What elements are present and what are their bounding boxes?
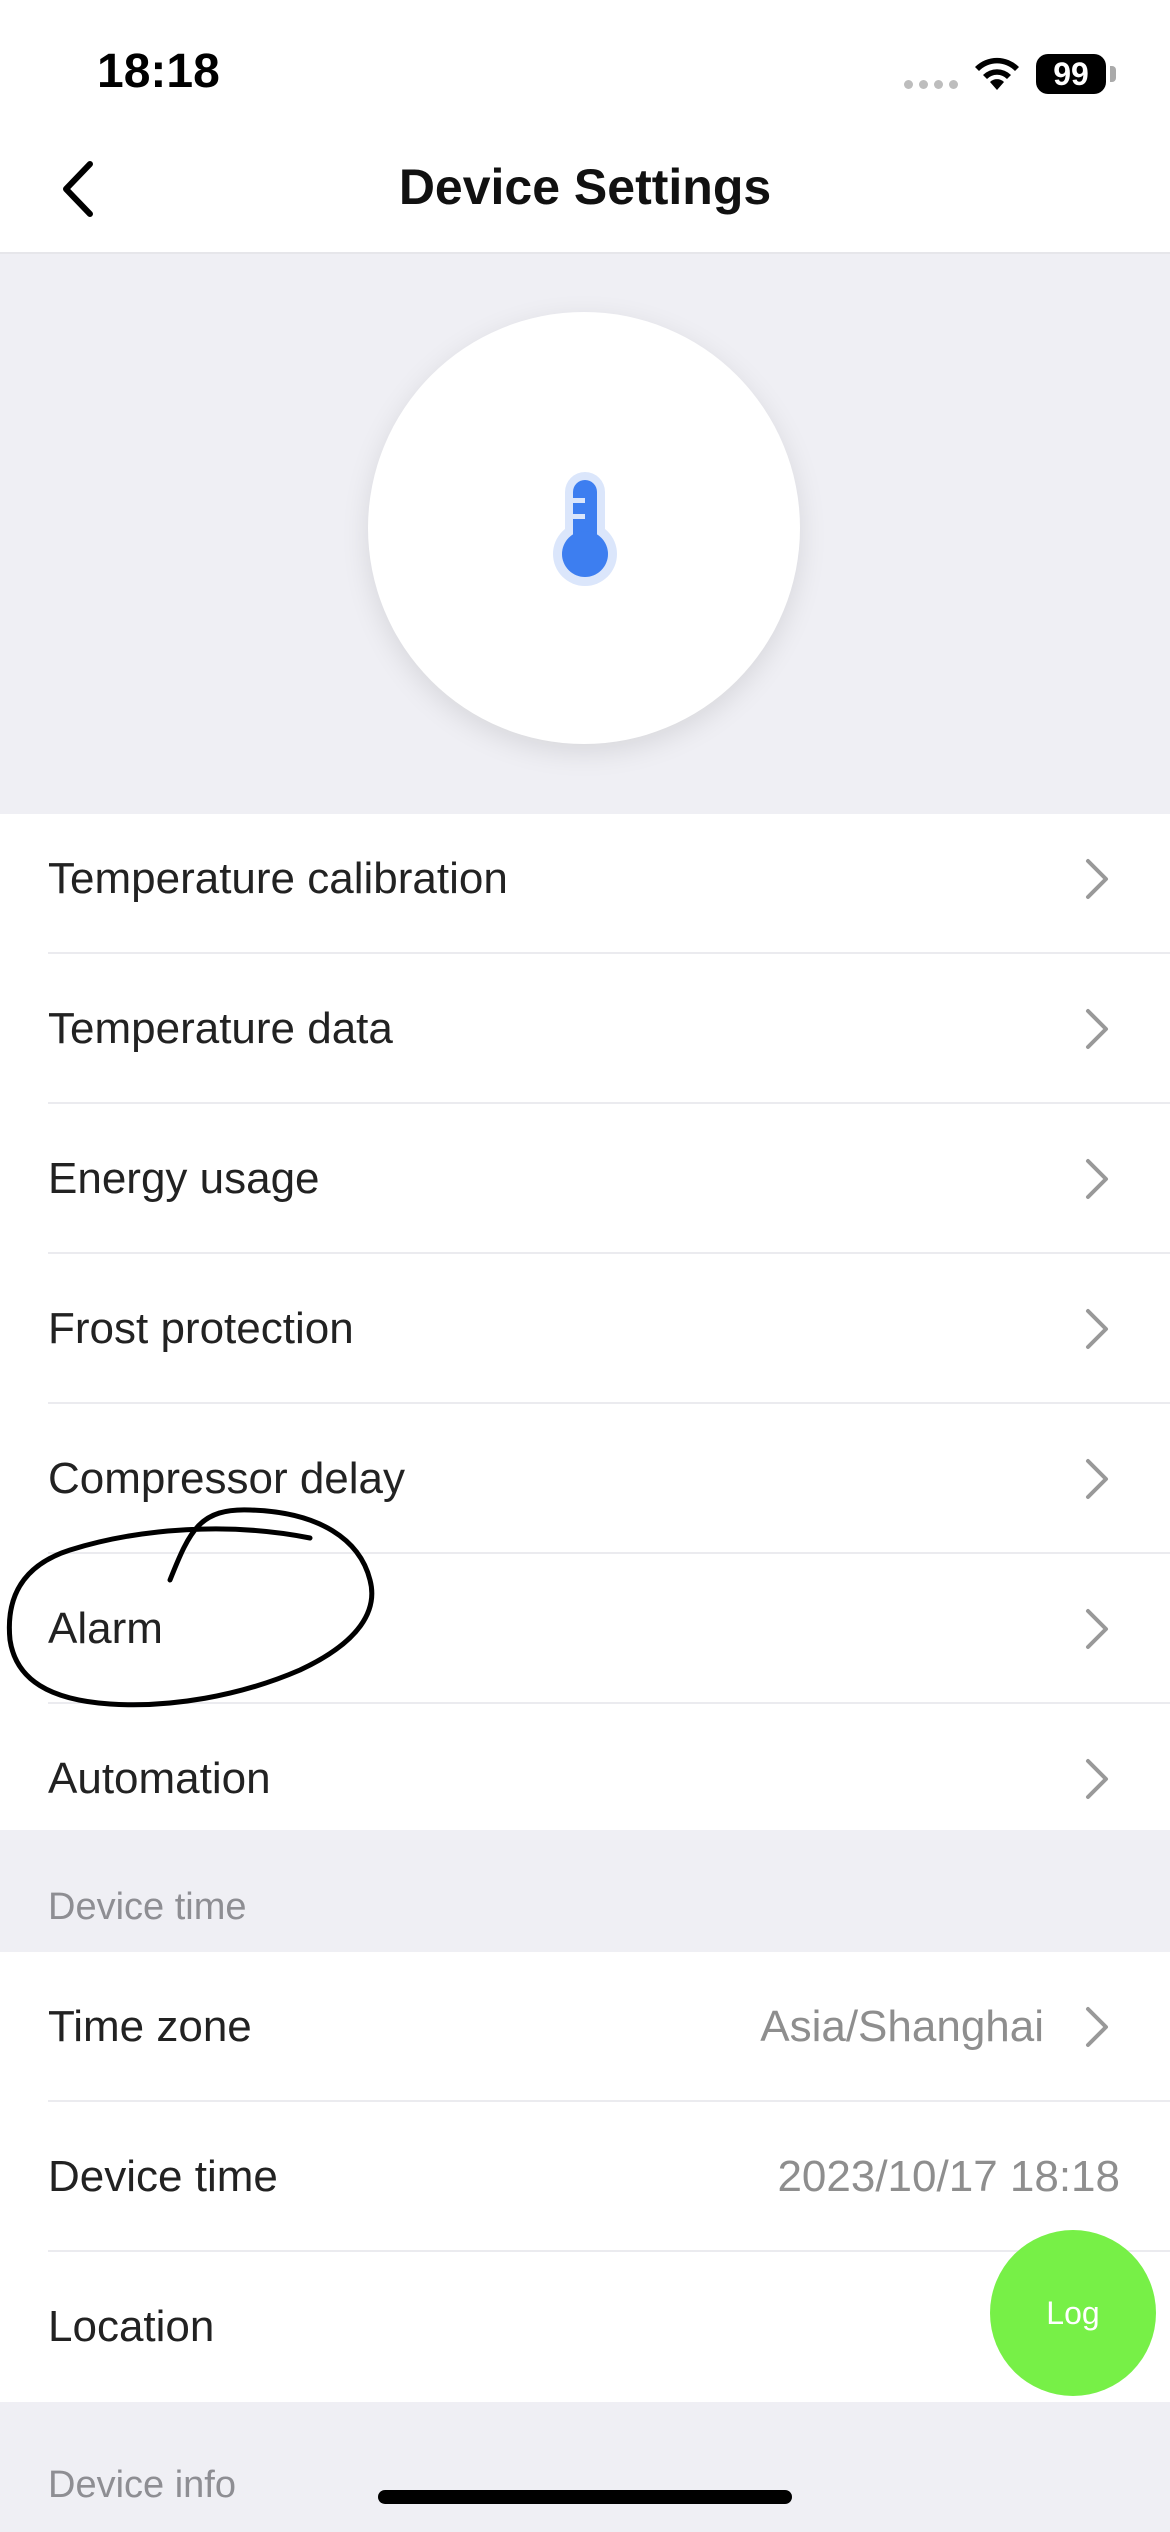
chevron-right-icon xyxy=(1086,1159,1108,1199)
chevron-right-icon xyxy=(1086,859,1108,899)
settings-list: Temperature calibration Temperature data… xyxy=(0,814,1170,1830)
thermometer-icon xyxy=(553,472,617,586)
row-value: Asia/Shanghai xyxy=(760,2002,1044,2051)
row-compressor-delay[interactable]: Compressor delay xyxy=(0,1404,1170,1554)
navigation-bar: Device Settings xyxy=(0,130,1170,254)
row-label: Device time xyxy=(48,2152,278,2201)
battery-cap xyxy=(1110,66,1116,82)
cellular-signal-icon xyxy=(904,80,958,89)
chevron-right-icon xyxy=(1086,2007,1108,2047)
device-avatar xyxy=(368,312,800,744)
chevron-right-icon xyxy=(1086,1459,1108,1499)
device-hero xyxy=(0,254,1170,814)
battery-icon: 99 xyxy=(1036,54,1106,94)
page-title: Device Settings xyxy=(398,159,772,215)
row-label: Temperature calibration xyxy=(48,854,508,903)
row-temperature-calibration[interactable]: Temperature calibration xyxy=(0,804,1170,954)
status-bar: 18:18 99 xyxy=(0,0,1170,130)
log-button[interactable]: Log xyxy=(990,2230,1156,2396)
chevron-right-icon xyxy=(1086,1009,1108,1049)
row-time-zone[interactable]: Time zone Asia/Shanghai xyxy=(0,1952,1170,2102)
chevron-right-icon xyxy=(1086,1759,1108,1799)
row-device-time: Device time 2023/10/17 18:18 xyxy=(0,2102,1170,2252)
section-header-device-info: Device info xyxy=(0,2402,1170,2532)
row-temperature-data[interactable]: Temperature data xyxy=(0,954,1170,1104)
section-header-device-time: Device time xyxy=(0,1830,1170,1952)
chevron-right-icon xyxy=(1086,1309,1108,1349)
section-header-label: Device time xyxy=(48,1886,247,1928)
row-value: 2023/10/17 18:18 xyxy=(777,2152,1120,2201)
home-indicator[interactable] xyxy=(378,2490,792,2504)
row-label: Location xyxy=(48,2302,215,2351)
row-label: Temperature data xyxy=(48,1004,393,1053)
row-label: Compressor delay xyxy=(48,1454,406,1503)
row-label: Energy usage xyxy=(48,1154,320,1203)
row-alarm[interactable]: Alarm xyxy=(0,1554,1170,1704)
wifi-icon xyxy=(975,57,1019,90)
section-header-label: Device info xyxy=(48,2464,236,2506)
row-frost-protection[interactable]: Frost protection xyxy=(0,1254,1170,1404)
row-label: Frost protection xyxy=(48,1304,354,1353)
row-label: Alarm xyxy=(48,1604,163,1653)
row-energy-usage[interactable]: Energy usage xyxy=(0,1104,1170,1254)
row-label: Automation xyxy=(48,1754,271,1803)
row-label: Time zone xyxy=(48,2002,252,2051)
status-time: 18:18 xyxy=(97,45,220,98)
chevron-right-icon xyxy=(1086,1609,1108,1649)
